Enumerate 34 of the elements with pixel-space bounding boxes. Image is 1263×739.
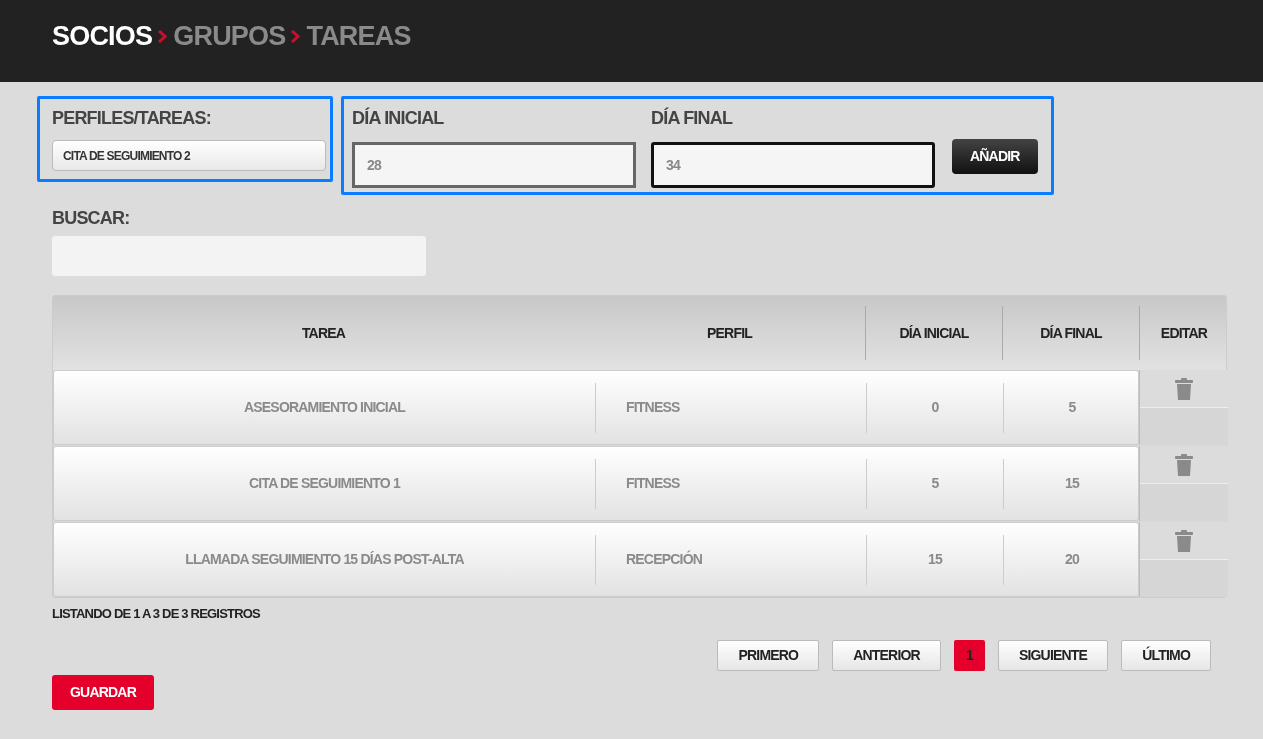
- table-cell: 0: [866, 382, 1003, 433]
- listing-info: LISTANDO DE 1 A 3 DE 3 REGISTROS: [52, 605, 261, 623]
- field-label: DÍA FINAL: [651, 106, 734, 130]
- field-label: BUSCAR:: [52, 207, 131, 230]
- column-header: DÍA INICIAL: [865, 306, 1002, 360]
- trash-icon[interactable]: [1175, 377, 1193, 400]
- field-label: PERFILES/TAREAS:: [52, 107, 212, 130]
- trash-icon[interactable]: [1175, 529, 1193, 552]
- pagination-button[interactable]: ÚLTIMO: [1121, 639, 1211, 671]
- table-cell: FITNESS: [595, 458, 866, 509]
- table-cell-text: LLAMADA SEGUIMIENTO 15 DÍAS POST-ALTA: [184, 550, 465, 569]
- table-cell: RECEPCIÓN: [595, 534, 866, 585]
- save-button[interactable]: GUARDAR: [52, 674, 154, 710]
- add-button[interactable]: AÑADIR: [952, 139, 1038, 174]
- table-cell: 15: [866, 534, 1003, 585]
- column-header: PERFIL: [706, 323, 754, 343]
- profile-select[interactable]: CITA DE SEGUIMIENTO 2: [52, 140, 326, 171]
- trash-icon[interactable]: [1175, 453, 1193, 476]
- table-cell: 5: [866, 458, 1003, 509]
- table-cell-text: ASESORAMIENTO INICIAL: [242, 398, 407, 417]
- chevron-icon: [291, 29, 301, 43]
- breadcrumb-link[interactable]: TAREAS: [306, 16, 411, 57]
- breadcrumb-link[interactable]: GRUPOS: [173, 16, 286, 57]
- table-cell: FITNESS: [595, 382, 866, 433]
- pagination-button[interactable]: ANTERIOR: [832, 639, 941, 671]
- field-label: DÍA INICIAL: [352, 106, 445, 130]
- breadcrumb-link[interactable]: SOCIOS: [52, 16, 153, 57]
- table-cell-text: CITA DE SEGUIMIENTO 1: [248, 474, 402, 493]
- column-header: TAREA: [300, 323, 347, 343]
- pagination-button[interactable]: SIGUIENTE: [997, 639, 1109, 671]
- column-header: DÍA FINAL: [1002, 306, 1139, 360]
- chevron-icon: [158, 29, 168, 43]
- pagination-button[interactable]: PRIMERO: [717, 639, 820, 671]
- column-header: EDITAR: [1139, 306, 1228, 360]
